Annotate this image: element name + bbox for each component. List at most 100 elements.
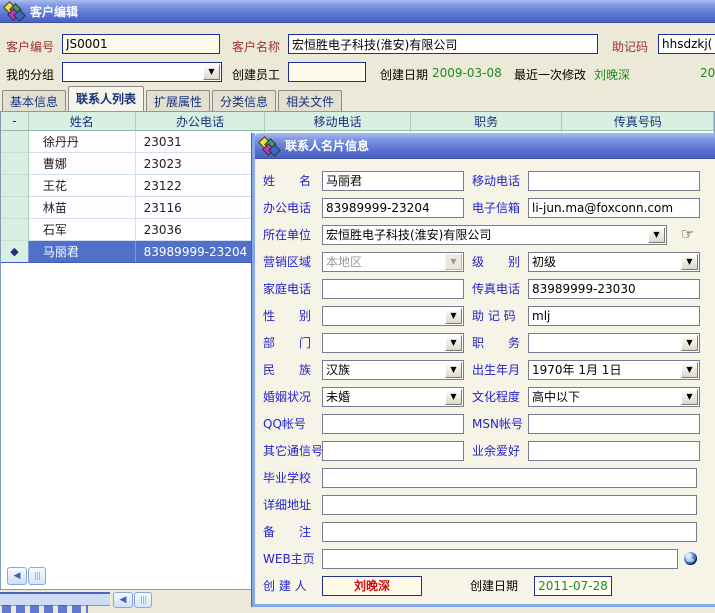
dialog-field-row: 民 族汉族▼出生年月1970年 1月 1日▼ [263, 356, 715, 383]
qq-account-input[interactable] [322, 414, 464, 434]
creator-label: 创 建 人 [263, 577, 322, 594]
tab-2[interactable]: 扩展属性 [146, 90, 210, 111]
dialog-create-date-label: 创建日期 [470, 577, 526, 594]
outer-hscroll-track[interactable] [0, 592, 110, 606]
web-homepage-label: WEB主页 [263, 550, 322, 567]
level-label: 级 别 [472, 253, 528, 270]
contact-name-input[interactable]: 马丽君 [322, 171, 464, 191]
dialog-field-row: WEB主页 [263, 545, 715, 572]
mnemonic-input[interactable] [658, 34, 715, 54]
name-cell[interactable]: 林苗 [29, 197, 136, 219]
level-combo[interactable]: 初级▼ [528, 252, 700, 272]
sales-region-combo[interactable]: 本地区▼ [322, 252, 464, 272]
office-phone-cell[interactable]: 23122 [136, 175, 266, 197]
office-phone-cell[interactable]: 23116 [136, 197, 266, 219]
contact-name-value: 马丽君 [323, 172, 463, 189]
chevron-down-icon[interactable]: ▼ [445, 389, 462, 405]
column-header[interactable]: 办公电话 [136, 112, 266, 131]
table-hscroll-thumb[interactable] [28, 567, 46, 585]
name-cell[interactable]: 马丽君 [29, 241, 136, 263]
dialog-field-row: 所在单位宏恒胜电子科技(淮安)有限公司▼☞ [263, 221, 715, 248]
office-phone-cell[interactable]: 83989999-23204 [136, 241, 266, 263]
chevron-down-icon[interactable]: ▼ [445, 308, 462, 324]
scroll-left-icon[interactable]: ◀ [7, 567, 27, 585]
name-cell[interactable]: 徐丹丹 [29, 131, 136, 153]
office-phone-cell[interactable]: 23023 [136, 153, 266, 175]
last-modified-label: 最近一次修改 [514, 66, 586, 83]
name-cell[interactable]: 石军 [29, 219, 136, 241]
chevron-down-icon[interactable]: ▼ [681, 389, 698, 405]
msn-account-input[interactable] [528, 414, 700, 434]
address-input[interactable] [322, 495, 697, 515]
outer-scroll-left-icon[interactable]: ◀ [113, 592, 133, 608]
email-input[interactable]: li-jun.ma@foxconn.com [528, 198, 700, 218]
chevron-down-icon[interactable]: ▼ [681, 254, 698, 270]
clipped-date-fragment: 20 [700, 66, 715, 80]
gender-label: 性 别 [263, 307, 322, 324]
name-cell[interactable]: 王花 [29, 175, 136, 197]
contact-name-label: 姓 名 [263, 172, 322, 189]
window-title: 客户编辑 [30, 3, 78, 20]
column-header[interactable]: 移动电话 [265, 112, 411, 131]
sales-region-value: 本地区 [323, 253, 445, 270]
name-cell[interactable]: 曹娜 [29, 153, 136, 175]
dialog-title-bar[interactable]: 联系人名片信息 [255, 133, 715, 159]
hobby-input[interactable] [528, 441, 700, 461]
chevron-down-icon[interactable]: ▼ [445, 362, 462, 378]
tab-3[interactable]: 分类信息 [212, 90, 276, 111]
ethnicity-label: 民 族 [263, 361, 322, 378]
dialog-field-row: 备 注 [263, 518, 715, 545]
birth-date-combo[interactable]: 1970年 1月 1日▼ [528, 360, 700, 380]
department-combo[interactable]: ▼ [322, 333, 464, 353]
web-globe-icon[interactable] [684, 552, 697, 565]
fax-phone-label: 传真电话 [472, 280, 528, 297]
outer-hscroll-thumb[interactable] [134, 592, 152, 608]
chevron-down-icon[interactable]: ▼ [445, 335, 462, 351]
dialog-title: 联系人名片信息 [285, 137, 369, 154]
office-phone-cell[interactable]: 23031 [136, 131, 266, 153]
education-combo[interactable]: 高中以下▼ [528, 387, 700, 407]
dialog-create-date-value: 2011-07-28 [534, 576, 612, 596]
home-phone-input[interactable] [322, 279, 464, 299]
customer-name-input[interactable] [288, 34, 598, 54]
dialog-field-row: 办公电话83989999-23204电子信箱li-jun.ma@foxconn.… [263, 194, 715, 221]
clipped-status-text [2, 605, 88, 613]
main-title-bar[interactable]: 客户编辑 [0, 0, 715, 23]
school-input[interactable] [322, 468, 697, 488]
column-header[interactable]: 职务 [411, 112, 563, 131]
chevron-down-icon[interactable]: ▼ [681, 335, 698, 351]
tab-4[interactable]: 相关文件 [278, 90, 342, 111]
fax-phone-input[interactable]: 83989999-23030 [528, 279, 700, 299]
remark-input[interactable] [322, 522, 697, 542]
chevron-down-icon[interactable]: ▼ [203, 64, 220, 80]
hobby-label: 业余爱好 [472, 442, 528, 459]
gender-combo[interactable]: ▼ [322, 306, 464, 326]
last-modified-value: 刘晚深 [594, 66, 630, 83]
mobile-phone-input[interactable] [528, 171, 700, 191]
company-combo[interactable]: 宏恒胜电子科技(淮安)有限公司▼ [322, 225, 667, 245]
office-phone-input[interactable]: 83989999-23204 [322, 198, 464, 218]
customer-id-input[interactable] [62, 34, 220, 54]
marital-status-combo[interactable]: 未婚▼ [322, 387, 464, 407]
select-company-hand-icon[interactable]: ☞ [681, 227, 694, 242]
my-group-combo[interactable]: ▼ [62, 62, 222, 82]
position-combo[interactable]: ▼ [528, 333, 700, 353]
customer-name-label: 客户名称 [232, 38, 280, 55]
tab-0[interactable]: 基本信息 [2, 90, 66, 111]
column-header[interactable]: 姓名 [29, 112, 136, 131]
chevron-down-icon[interactable]: ▼ [648, 227, 665, 243]
mnemonic-input[interactable]: mlj [528, 306, 700, 326]
chevron-down-icon[interactable]: ▼ [681, 362, 698, 378]
column-header[interactable]: 传真号码 [562, 112, 714, 131]
office-phone-cell[interactable]: 23036 [136, 219, 266, 241]
mnemonic-label: 助 记 码 [472, 307, 528, 324]
other-contact-input[interactable] [322, 441, 464, 461]
ethnicity-combo[interactable]: 汉族▼ [322, 360, 464, 380]
tab-1[interactable]: 联系人列表 [68, 86, 144, 111]
create-staff-input[interactable] [288, 62, 366, 82]
email-label: 电子信箱 [472, 199, 528, 216]
dialog-field-row: 详细地址 [263, 491, 715, 518]
marital-status-value: 未婚 [323, 388, 445, 405]
web-homepage-input[interactable] [322, 549, 678, 569]
header-corner[interactable]: - [1, 112, 29, 131]
